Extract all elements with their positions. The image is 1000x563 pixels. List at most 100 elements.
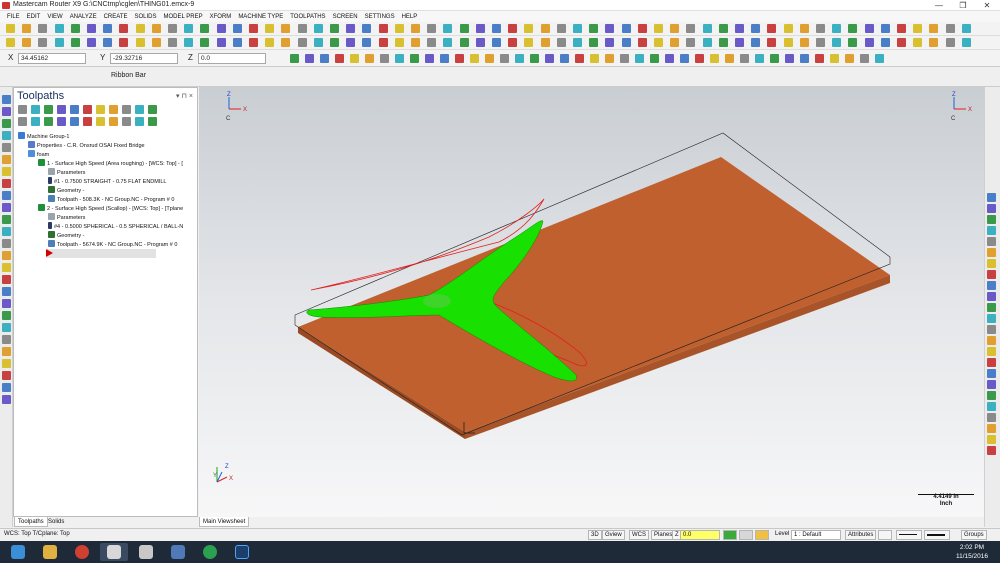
toolbar-tool-icon[interactable] xyxy=(103,38,113,47)
color-swatch-green[interactable] xyxy=(723,530,737,540)
autocursor-tool-icon[interactable] xyxy=(665,54,674,63)
toolbar-tool-icon[interactable] xyxy=(864,38,874,47)
autocursor-tool-icon[interactable] xyxy=(590,54,599,63)
left-sidebar-tool-icon[interactable] xyxy=(2,167,11,176)
start-button[interactable] xyxy=(4,543,32,561)
toolbar-tool-icon[interactable] xyxy=(38,24,48,33)
toolbar-tool-icon[interactable] xyxy=(232,24,242,33)
right-sidebar-tool-icon[interactable] xyxy=(987,358,996,367)
manager-tool-icon[interactable] xyxy=(70,105,79,114)
toolbar-tool-icon[interactable] xyxy=(249,38,258,47)
toolbar-tool-icon[interactable] xyxy=(265,24,275,33)
autocursor-tool-icon[interactable] xyxy=(800,54,809,63)
right-sidebar-tool-icon[interactable] xyxy=(987,303,996,312)
toolbar-tool-icon[interactable] xyxy=(832,24,842,33)
autocursor-tool-icon[interactable] xyxy=(605,54,614,63)
minimize-button[interactable]: — xyxy=(928,0,950,11)
autocursor-tool-icon[interactable] xyxy=(380,54,389,63)
autocursor-tool-icon[interactable] xyxy=(650,54,659,63)
toolbar-tool-icon[interactable] xyxy=(492,38,501,47)
toolbar-tool-icon[interactable] xyxy=(427,24,437,33)
left-sidebar-tool-icon[interactable] xyxy=(2,263,11,272)
tree-node-geometry[interactable]: Geometry - xyxy=(48,231,85,240)
toolbar-tool-icon[interactable] xyxy=(702,38,712,47)
toolbar-tool-icon[interactable] xyxy=(929,38,939,47)
manager-pin-controls[interactable]: ▾ ⊓ × xyxy=(176,92,193,100)
left-sidebar-tool-icon[interactable] xyxy=(2,347,11,356)
toolbar-tool-icon[interactable] xyxy=(459,38,469,47)
toolbar-tool-icon[interactable] xyxy=(362,24,372,33)
toolbar-tool-icon[interactable] xyxy=(475,38,485,47)
toolbar-tool-icon[interactable] xyxy=(556,38,566,47)
manager-tool-icon[interactable] xyxy=(148,117,157,126)
gview-button[interactable]: Gview xyxy=(602,530,625,540)
3d-button[interactable]: 3D xyxy=(588,530,602,540)
left-sidebar-tool-icon[interactable] xyxy=(2,203,11,212)
tree-node-operation-2[interactable]: 2 - Surface High Speed (Scallop) - [WCS:… xyxy=(38,204,183,213)
taskbar-notes[interactable] xyxy=(164,543,192,561)
autocursor-tool-icon[interactable] xyxy=(725,54,734,63)
autocursor-tool-icon[interactable] xyxy=(695,54,704,63)
toolbar-tool-icon[interactable] xyxy=(249,24,258,33)
manager-tool-icon[interactable] xyxy=(31,117,40,126)
manager-tool-icon[interactable] xyxy=(83,105,92,114)
toolbar-tool-icon[interactable] xyxy=(87,24,96,33)
toolbar-tool-icon[interactable] xyxy=(686,24,696,33)
taskbar-explorer[interactable] xyxy=(36,543,64,561)
toolbar-tool-icon[interactable] xyxy=(589,38,599,47)
autocursor-tool-icon[interactable] xyxy=(350,54,359,63)
toolbar-tool-icon[interactable] xyxy=(880,24,890,33)
level-select[interactable]: 1 : Default xyxy=(791,530,841,540)
left-sidebar-tool-icon[interactable] xyxy=(2,371,11,380)
toolbar-tool-icon[interactable] xyxy=(654,38,663,47)
toolbar-tool-icon[interactable] xyxy=(573,38,582,47)
autocursor-tool-icon[interactable] xyxy=(770,54,779,63)
autocursor-tool-icon[interactable] xyxy=(755,54,764,63)
menu-create[interactable]: CREATE xyxy=(104,14,128,20)
y-coordinate-input[interactable]: -29.32716 xyxy=(110,53,178,64)
autocursor-tool-icon[interactable] xyxy=(485,54,494,63)
toolbar-tool-icon[interactable] xyxy=(119,24,129,33)
tree-node-parameters[interactable]: Parameters xyxy=(48,213,85,222)
toolbar-tool-icon[interactable] xyxy=(670,38,680,47)
left-sidebar-tool-icon[interactable] xyxy=(2,155,11,164)
close-button[interactable]: ✕ xyxy=(976,0,998,11)
toolbar-tool-icon[interactable] xyxy=(168,38,177,47)
right-sidebar-tool-icon[interactable] xyxy=(987,336,996,345)
right-sidebar-tool-icon[interactable] xyxy=(987,204,996,213)
autocursor-tool-icon[interactable] xyxy=(515,54,524,63)
toolbar-tool-icon[interactable] xyxy=(216,38,226,47)
tab-main-viewsheet[interactable]: Main Viewsheet xyxy=(199,517,250,527)
toolbar-tool-icon[interactable] xyxy=(459,24,469,33)
menu-view[interactable]: VIEW xyxy=(47,14,62,20)
autocursor-tool-icon[interactable] xyxy=(680,54,689,63)
toolbar-tool-icon[interactable] xyxy=(313,38,323,47)
left-sidebar-tool-icon[interactable] xyxy=(2,323,11,332)
toolbar-tool-icon[interactable] xyxy=(637,24,647,33)
taskbar-chrome[interactable] xyxy=(68,543,96,561)
toolbar-tool-icon[interactable] xyxy=(718,24,728,33)
menu-solids[interactable]: SOLIDS xyxy=(135,14,157,20)
toolbar-tool-icon[interactable] xyxy=(783,38,793,47)
manager-tool-icon[interactable] xyxy=(122,105,131,114)
right-sidebar-tool-icon[interactable] xyxy=(987,391,996,400)
toolbar-tool-icon[interactable] xyxy=(265,38,275,47)
toolbar-tool-icon[interactable] xyxy=(22,38,32,47)
toolbar-tool-icon[interactable] xyxy=(832,38,842,47)
tree-node-machine-group[interactable]: Machine Group-1 xyxy=(18,132,70,141)
autocursor-tool-icon[interactable] xyxy=(575,54,584,63)
autocursor-tool-icon[interactable] xyxy=(425,54,434,63)
autocursor-tool-icon[interactable] xyxy=(860,54,869,63)
taskbar-mastercam[interactable] xyxy=(100,543,128,561)
z-depth-input[interactable]: 0.0 xyxy=(680,530,720,540)
manager-tool-icon[interactable] xyxy=(44,105,53,114)
toolbar-tool-icon[interactable] xyxy=(508,24,518,33)
right-sidebar-tool-icon[interactable] xyxy=(987,347,996,356)
toolbar-tool-icon[interactable] xyxy=(945,24,955,33)
toolbar-tool-icon[interactable] xyxy=(605,24,615,33)
manager-tool-icon[interactable] xyxy=(148,105,157,114)
toolbar-tool-icon[interactable] xyxy=(718,38,728,47)
autocursor-tool-icon[interactable] xyxy=(530,54,539,63)
toolbar-tool-icon[interactable] xyxy=(297,38,307,47)
toolbar-tool-icon[interactable] xyxy=(427,38,437,47)
